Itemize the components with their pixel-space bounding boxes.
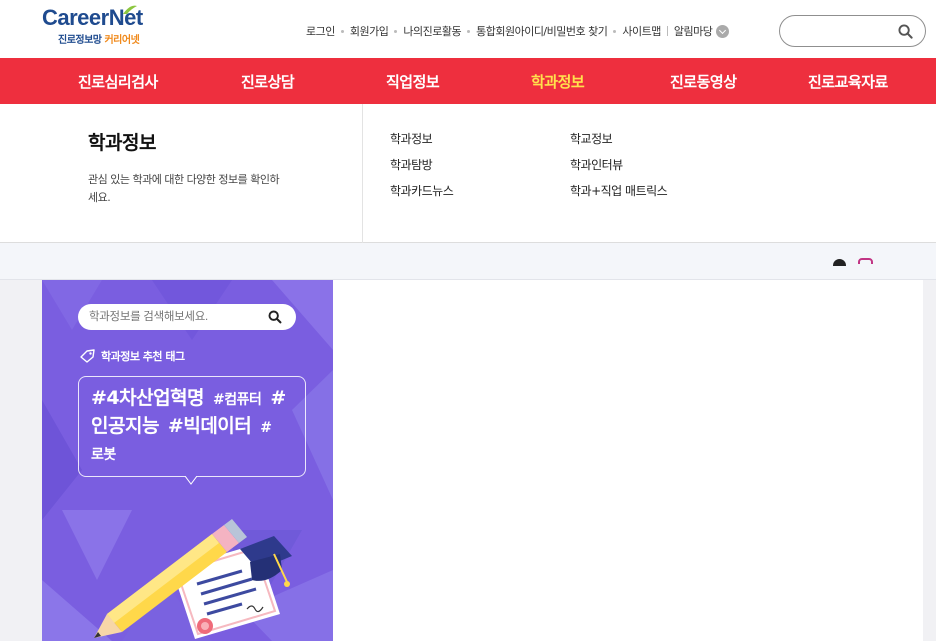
utility-links: 로그인 회원가입 나의진로활동 통합회원아이디/비밀번호 찾기 사이트맵 알림마… [306,23,730,39]
pencil-certificate-illustration [94,519,292,639]
subheader-strip [0,243,936,280]
tag-row: 인공지능 #빅데이터 # [91,412,305,440]
tab-psych-test[interactable]: 진로심리검사 [78,71,158,92]
site-header: CareerNet 진로정보망 커리어넷 로그인 회원가입 나의진로활동 통합회… [0,0,936,58]
tag-robot[interactable]: 로봇 [91,447,116,463]
tag-truncated[interactable]: # [270,387,286,409]
careernet-logo[interactable]: CareerNet 진로정보망 커리어넷 [42,5,154,47]
submenu-major-info[interactable]: 학과정보 [390,130,433,147]
search-input[interactable] [792,22,892,40]
submenu-major-cardnews[interactable]: 학과카드뉴스 [390,182,454,199]
recommended-tags-box: #4차산업혁명 #컴퓨터 # 인공지능 #빅데이터 # 로봇 [78,376,306,477]
tag-4th-industrial-revolution[interactable]: #4차산업혁명 [91,387,205,409]
separator-dot [394,29,398,33]
submenu-school-info[interactable]: 학교정보 [570,130,613,147]
separator-dot [467,29,471,33]
separator-bar [666,26,668,36]
submenu-major-interview[interactable]: 학과인터뷰 [570,156,623,173]
submenu-major-explore[interactable]: 학과탐방 [390,156,433,173]
tab-videos[interactable]: 진로동영상 [670,71,737,92]
major-search-input[interactable] [89,309,259,325]
mega-menu-panel: 학과정보 관심 있는 학과에 대한 다양한 정보를 확인하세요. 학과정보 학과… [0,104,936,243]
tag-big-data[interactable]: #빅데이터 [168,415,252,437]
sitemap-link[interactable]: 사이트맵 [622,23,661,39]
tag-icon [80,349,95,363]
notice-link[interactable]: 알림마당 [674,23,713,39]
logo-subtitle: 진로정보망 커리어넷 [58,35,140,46]
separator-dot [340,29,344,33]
tab-major-info[interactable]: 학과정보 [531,71,585,92]
search-icon[interactable] [268,310,282,324]
panel-divider [362,104,363,243]
tag-row: 로봇 [91,440,305,468]
chevron-down-icon[interactable] [716,24,730,38]
tag-heading-text: 학과정보 추천 태그 [101,350,185,363]
find-account-link[interactable]: 통합회원아이디/비밀번호 찾기 [476,23,608,39]
tag-truncated[interactable]: # [260,420,272,436]
logo-leaf-icon [123,5,137,14]
recommended-tags-heading: 학과정보 추천 태그 [80,348,185,364]
major-search-promo: 학과정보 추천 태그 #4차산업혁명 #컴퓨터 # 인공지능 #빅데이터 # 로봇 [42,280,333,641]
tab-education-materials[interactable]: 진로교육자료 [808,71,888,92]
major-search-box [78,304,296,330]
tag-computer[interactable]: #컴퓨터 [213,392,262,408]
instagram-icon[interactable] [858,258,873,264]
signup-link[interactable]: 회원가입 [350,23,389,39]
page: CareerNet 진로정보망 커리어넷 로그인 회원가입 나의진로활동 통합회… [0,0,936,641]
site-search [779,15,926,47]
search-icon[interactable] [898,24,913,39]
panel-description: 관심 있는 학과에 대한 다양한 정보를 확인하세요. [88,173,280,204]
speech-bubble-tail [185,476,197,485]
main-nav: 진로심리검사 진로상담 직업정보 학과정보 진로동영상 진로교육자료 [0,58,936,104]
tag-row: #4차산업혁명 #컴퓨터 # [91,384,305,412]
social-icon[interactable] [833,259,846,266]
separator-dot [613,29,617,33]
panel-title: 학과정보 [88,132,156,154]
tab-counseling[interactable]: 진로상담 [241,71,295,92]
submenu-major-job-matrix[interactable]: 학과+직업 매트릭스 [570,182,668,199]
login-link[interactable]: 로그인 [306,23,335,39]
my-career-link[interactable]: 나의진로활동 [403,23,461,39]
tab-job-info[interactable]: 직업정보 [386,71,440,92]
tag-ai[interactable]: 인공지능 [91,415,159,437]
main-content-area [333,280,923,641]
